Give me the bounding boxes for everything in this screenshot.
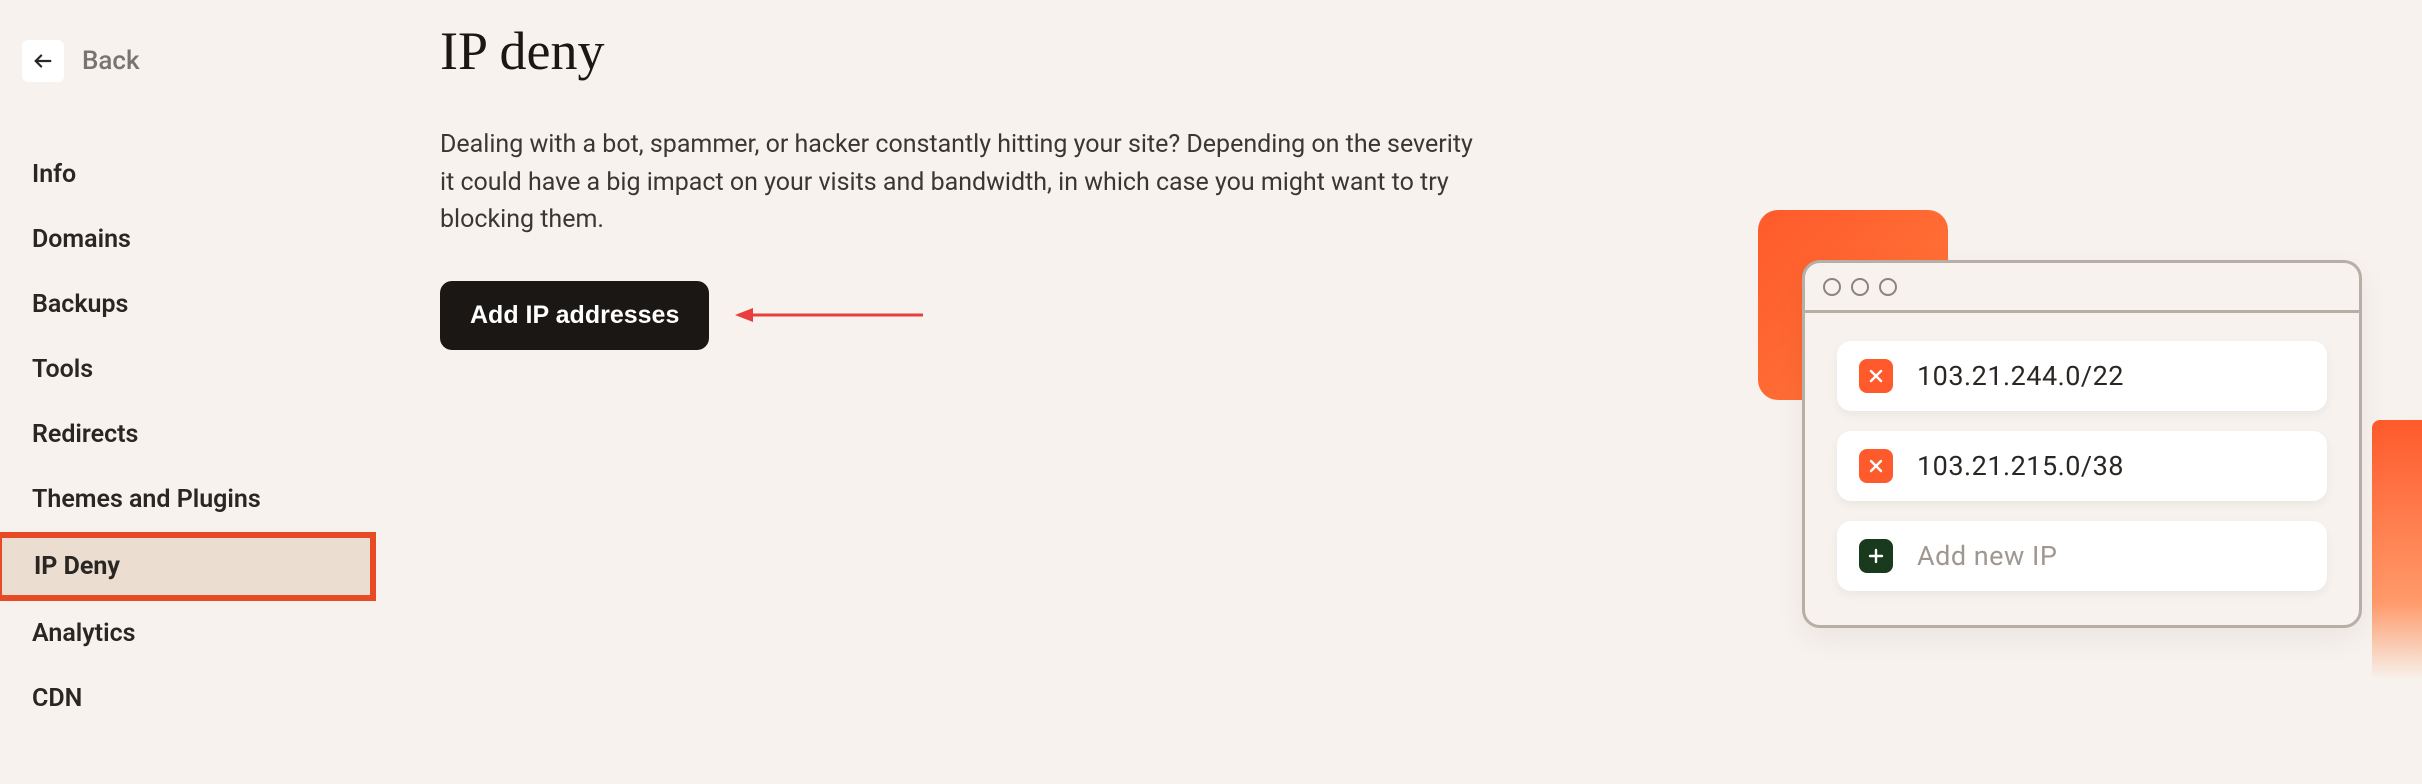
sidebar-item-info[interactable]: Info xyxy=(0,142,380,207)
sidebar-item-domains[interactable]: Domains xyxy=(0,207,380,272)
ip-entry-row: 103.21.244.0/22 xyxy=(1837,341,2327,411)
illustration-browser-controls xyxy=(1805,263,2359,313)
nav-list: Info Domains Backups Tools Redirects The… xyxy=(0,142,380,731)
illustration: 103.21.244.0/22 103.21.215.0/38 xyxy=(1742,200,2422,700)
sidebar-item-redirects[interactable]: Redirects xyxy=(0,402,380,467)
page-title: IP deny xyxy=(440,20,2362,82)
remove-icon xyxy=(1859,359,1893,393)
arrow-left-icon xyxy=(32,50,54,72)
plus-icon xyxy=(1859,539,1893,573)
page-description: Dealing with a bot, spammer, or hacker c… xyxy=(440,126,1480,239)
ip-address-text: 103.21.215.0/38 xyxy=(1917,450,2124,482)
sidebar-item-ip-deny[interactable]: IP Deny xyxy=(0,532,376,601)
sidebar-item-analytics[interactable]: Analytics xyxy=(0,601,380,666)
main-content: IP deny Dealing with a bot, spammer, or … xyxy=(380,0,2422,784)
illustration-body: 103.21.244.0/22 103.21.215.0/38 xyxy=(1805,313,2359,625)
decorative-shape xyxy=(2372,420,2422,680)
window-dot-icon xyxy=(1851,278,1869,296)
ip-address-text: 103.21.244.0/22 xyxy=(1917,360,2124,392)
back-button[interactable]: Back xyxy=(0,40,380,82)
add-new-ip-row: Add new IP xyxy=(1837,521,2327,591)
sidebar: Back Info Domains Backups Tools Redirect… xyxy=(0,0,380,784)
sidebar-item-themes-and-plugins[interactable]: Themes and Plugins xyxy=(0,467,380,532)
sidebar-item-backups[interactable]: Backups xyxy=(0,272,380,337)
remove-icon xyxy=(1859,449,1893,483)
window-dot-icon xyxy=(1879,278,1897,296)
back-icon-box xyxy=(22,40,64,82)
add-ip-addresses-button[interactable]: Add IP addresses xyxy=(440,281,709,350)
sidebar-item-cdn[interactable]: CDN xyxy=(0,666,380,731)
ip-entry-row: 103.21.215.0/38 xyxy=(1837,431,2327,501)
window-dot-icon xyxy=(1823,278,1841,296)
annotation-arrow-icon xyxy=(735,305,925,325)
back-label: Back xyxy=(82,46,140,76)
illustration-browser-window: 103.21.244.0/22 103.21.215.0/38 xyxy=(1802,260,2362,628)
sidebar-item-ip-deny-highlight: IP Deny xyxy=(0,532,380,601)
add-new-ip-label: Add new IP xyxy=(1917,540,2057,572)
sidebar-item-tools[interactable]: Tools xyxy=(0,337,380,402)
